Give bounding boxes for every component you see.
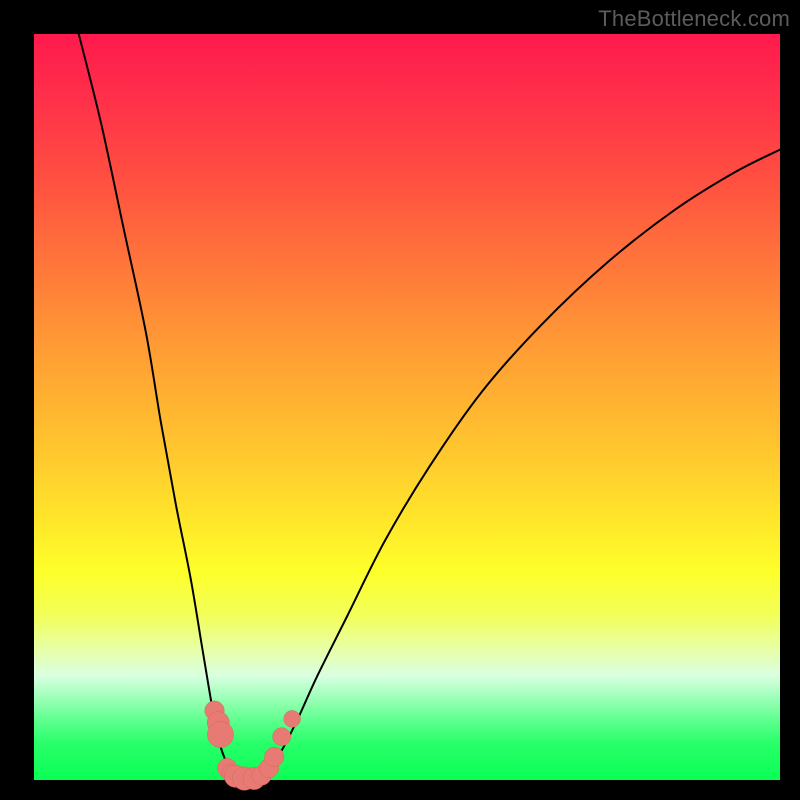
curve-markers <box>205 701 301 790</box>
chart-frame: TheBottleneck.com <box>0 0 800 800</box>
data-marker <box>273 728 291 746</box>
data-marker <box>284 710 301 727</box>
data-marker <box>207 721 233 747</box>
data-marker <box>265 747 284 766</box>
bottleneck-curve <box>79 34 780 779</box>
curve-svg <box>34 34 780 780</box>
plot-area <box>34 34 780 780</box>
watermark-text: TheBottleneck.com <box>598 6 790 32</box>
